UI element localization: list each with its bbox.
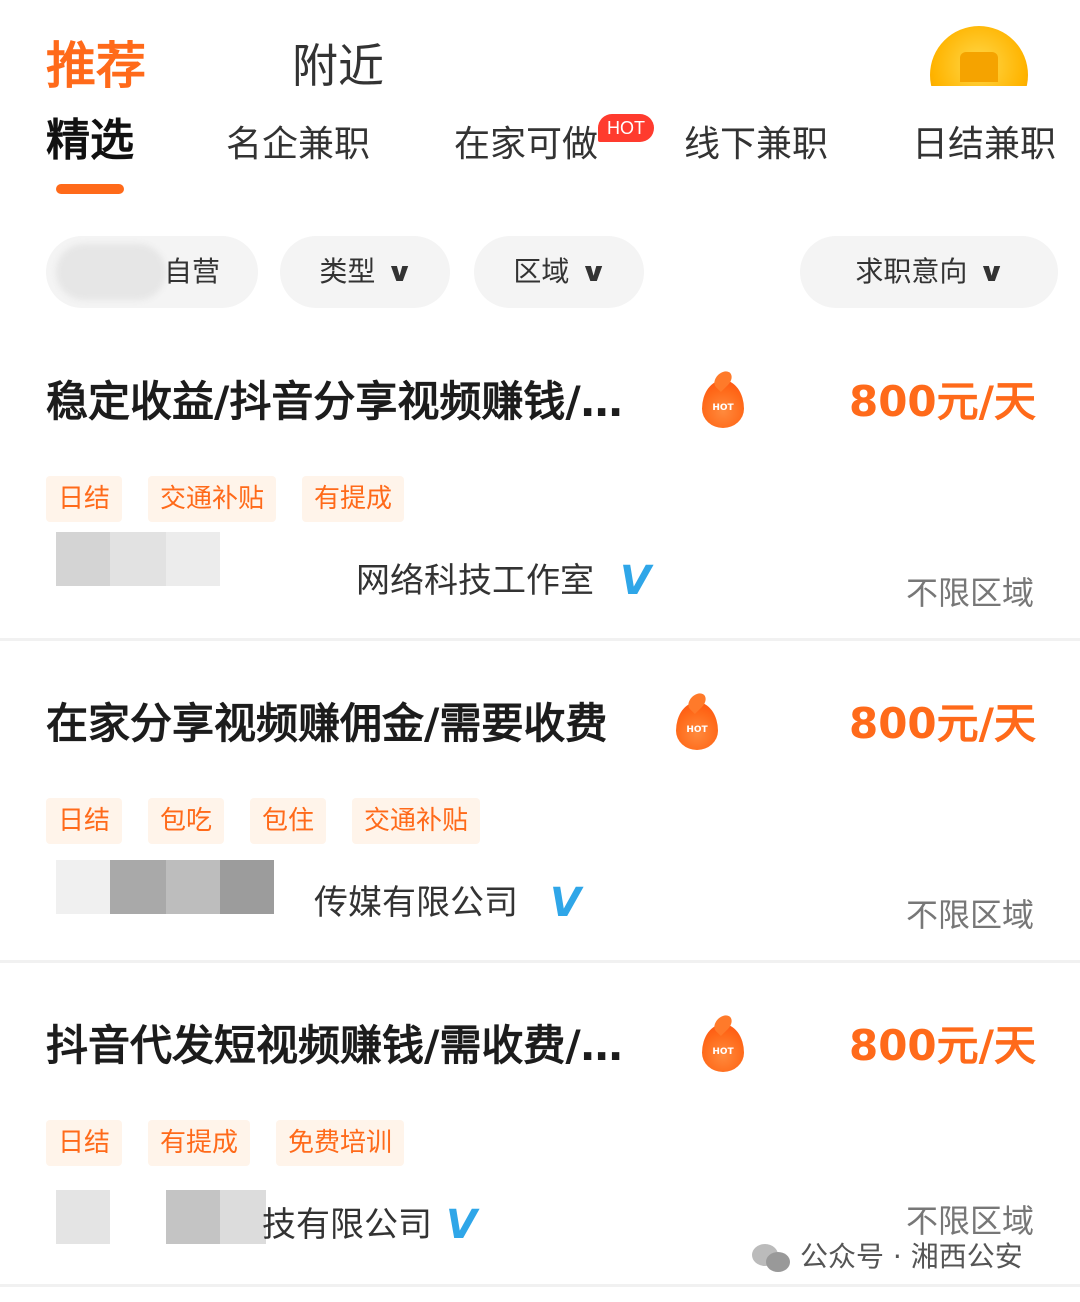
filter-region[interactable]: 区域 ∨	[474, 236, 644, 308]
filter-bar: 自营 类型 ∨ 区域 ∨ 求职意向 ∨	[0, 236, 1080, 312]
job-tag: 有提成	[302, 476, 405, 522]
job-tag: 交通补贴	[148, 476, 277, 522]
hot-badge: HOT	[598, 114, 654, 142]
job-card[interactable]: 稳定收益/抖音分享视频赚钱/… HOT 800元/天 日结 交通补贴 有提成 网络科…	[0, 336, 1080, 658]
job-tags: 日结 有提成 免费培训	[46, 1120, 430, 1168]
redacted-mosaic	[166, 1190, 266, 1244]
hot-flame-icon: HOT	[676, 702, 718, 750]
tab-recommend[interactable]: 推荐	[46, 36, 146, 96]
filter-self-operated[interactable]: 自营	[46, 236, 258, 308]
job-title: 稳定收益/抖音分享视频赚钱/…	[46, 377, 623, 426]
job-tag: 有提成	[148, 1120, 251, 1166]
filter-job-intention[interactable]: 求职意向 ∨	[800, 236, 1058, 308]
coin-cat-icon[interactable]	[930, 26, 1028, 86]
filter-type[interactable]: 类型 ∨	[280, 236, 450, 308]
subtab-daily-pay[interactable]: 日结兼职	[912, 120, 1056, 170]
filter-region-label: 区域	[513, 255, 570, 288]
filter-self-operated-label: 自营	[163, 255, 220, 288]
tab-nearby[interactable]: 附近	[292, 36, 384, 96]
job-tag: 交通补贴	[352, 798, 481, 844]
watermark-text: 公众号 · 湘西公安	[800, 1240, 1023, 1273]
job-salary: 800元/天	[848, 1021, 1036, 1070]
job-title: 在家分享视频赚佣金/需要收费	[46, 699, 608, 748]
redacted-mosaic	[56, 860, 274, 914]
job-tag: 日结	[46, 1120, 123, 1166]
job-title: 抖音代发短视频赚钱/需收费/…	[46, 1021, 623, 1070]
job-tag: 日结	[46, 476, 123, 522]
filter-type-label: 类型	[319, 255, 376, 288]
divider	[0, 638, 1080, 641]
job-salary: 800元/天	[848, 377, 1036, 426]
job-tag: 包住	[250, 798, 327, 844]
job-card[interactable]: 在家分享视频赚佣金/需要收费 HOT 800元/天 日结 包吃 包住 交通补贴 传媒有…	[0, 658, 1080, 980]
hot-flame-icon: HOT	[702, 380, 744, 428]
verified-icon: V	[550, 880, 581, 926]
verified-icon: V	[446, 1202, 477, 1248]
top-nav: 推荐 附近	[0, 0, 1080, 110]
company-name: 传媒有限公司	[314, 883, 518, 923]
chevron-down-icon: ∨	[580, 258, 608, 288]
divider	[0, 1284, 1080, 1287]
job-tag: 日结	[46, 798, 123, 844]
watermark: 公众号 · 湘西公安	[752, 1232, 1023, 1282]
chevron-down-icon: ∨	[978, 258, 1006, 288]
job-area: 不限区域	[905, 896, 1034, 934]
subtab-famous-companies[interactable]: 名企兼职	[226, 120, 370, 170]
hot-flame-icon: HOT	[702, 1024, 744, 1072]
job-tag: 免费培训	[276, 1120, 405, 1166]
job-salary: 800元/天	[848, 699, 1036, 748]
subtab-work-from-home[interactable]: 在家可做	[454, 120, 598, 170]
verified-icon: V	[620, 558, 651, 604]
job-tags: 日结 包吃 包住 交通补贴	[46, 798, 506, 846]
company-name: 网络科技工作室	[356, 561, 594, 601]
divider	[0, 960, 1080, 963]
chevron-down-icon: ∨	[386, 258, 414, 288]
job-area: 不限区域	[905, 574, 1034, 612]
subtab-featured[interactable]: 精选	[46, 116, 134, 166]
job-tag: 包吃	[148, 798, 225, 844]
wechat-icon	[752, 1242, 792, 1274]
redacted-mosaic	[56, 532, 220, 586]
filter-job-intention-label: 求职意向	[855, 255, 968, 288]
category-tabs: 精选 名企兼职 在家可做 线下兼职 日结兼职	[0, 112, 1080, 202]
redacted-mosaic	[56, 1190, 110, 1244]
company-name: 技有限公司	[262, 1205, 432, 1245]
active-tab-indicator	[56, 184, 124, 194]
redacted-blur	[56, 244, 166, 300]
job-tags: 日结 交通补贴 有提成	[46, 476, 430, 524]
subtab-offline[interactable]: 线下兼职	[684, 120, 828, 170]
